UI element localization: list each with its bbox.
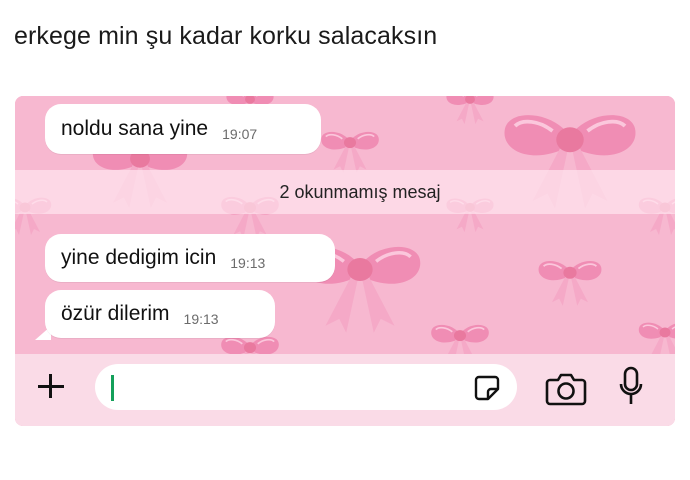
microphone-icon[interactable] bbox=[618, 366, 644, 408]
message-composer bbox=[15, 354, 675, 426]
message-input[interactable] bbox=[95, 364, 517, 410]
message-time: 19:13 bbox=[230, 255, 266, 271]
message-bubble[interactable]: noldu sana yine 19:07 bbox=[45, 104, 321, 154]
chat-screenshot: noldu sana yine 19:07 2 okunmamış mesaj … bbox=[15, 96, 675, 426]
unread-messages-banner: 2 okunmamış mesaj bbox=[15, 170, 675, 214]
message-text: yine dedigim icin bbox=[61, 246, 217, 269]
message-text: noldu sana yine bbox=[61, 117, 209, 140]
sticker-icon[interactable] bbox=[473, 374, 501, 402]
message-text: özür dilerim bbox=[61, 302, 170, 325]
camera-icon[interactable] bbox=[545, 372, 587, 406]
message-bubble[interactable]: özür dilerim 19:13 bbox=[45, 290, 275, 338]
message-bubble[interactable]: yine dedigim icin 19:13 bbox=[45, 234, 335, 282]
post-caption: erkege min şu kadar korku salacaksın bbox=[14, 22, 438, 50]
plus-icon[interactable] bbox=[37, 372, 65, 400]
unread-messages-label: 2 okunmamış mesaj bbox=[279, 181, 441, 202]
text-cursor bbox=[111, 375, 114, 401]
message-time: 19:13 bbox=[183, 311, 219, 327]
message-time: 19:07 bbox=[222, 126, 258, 142]
